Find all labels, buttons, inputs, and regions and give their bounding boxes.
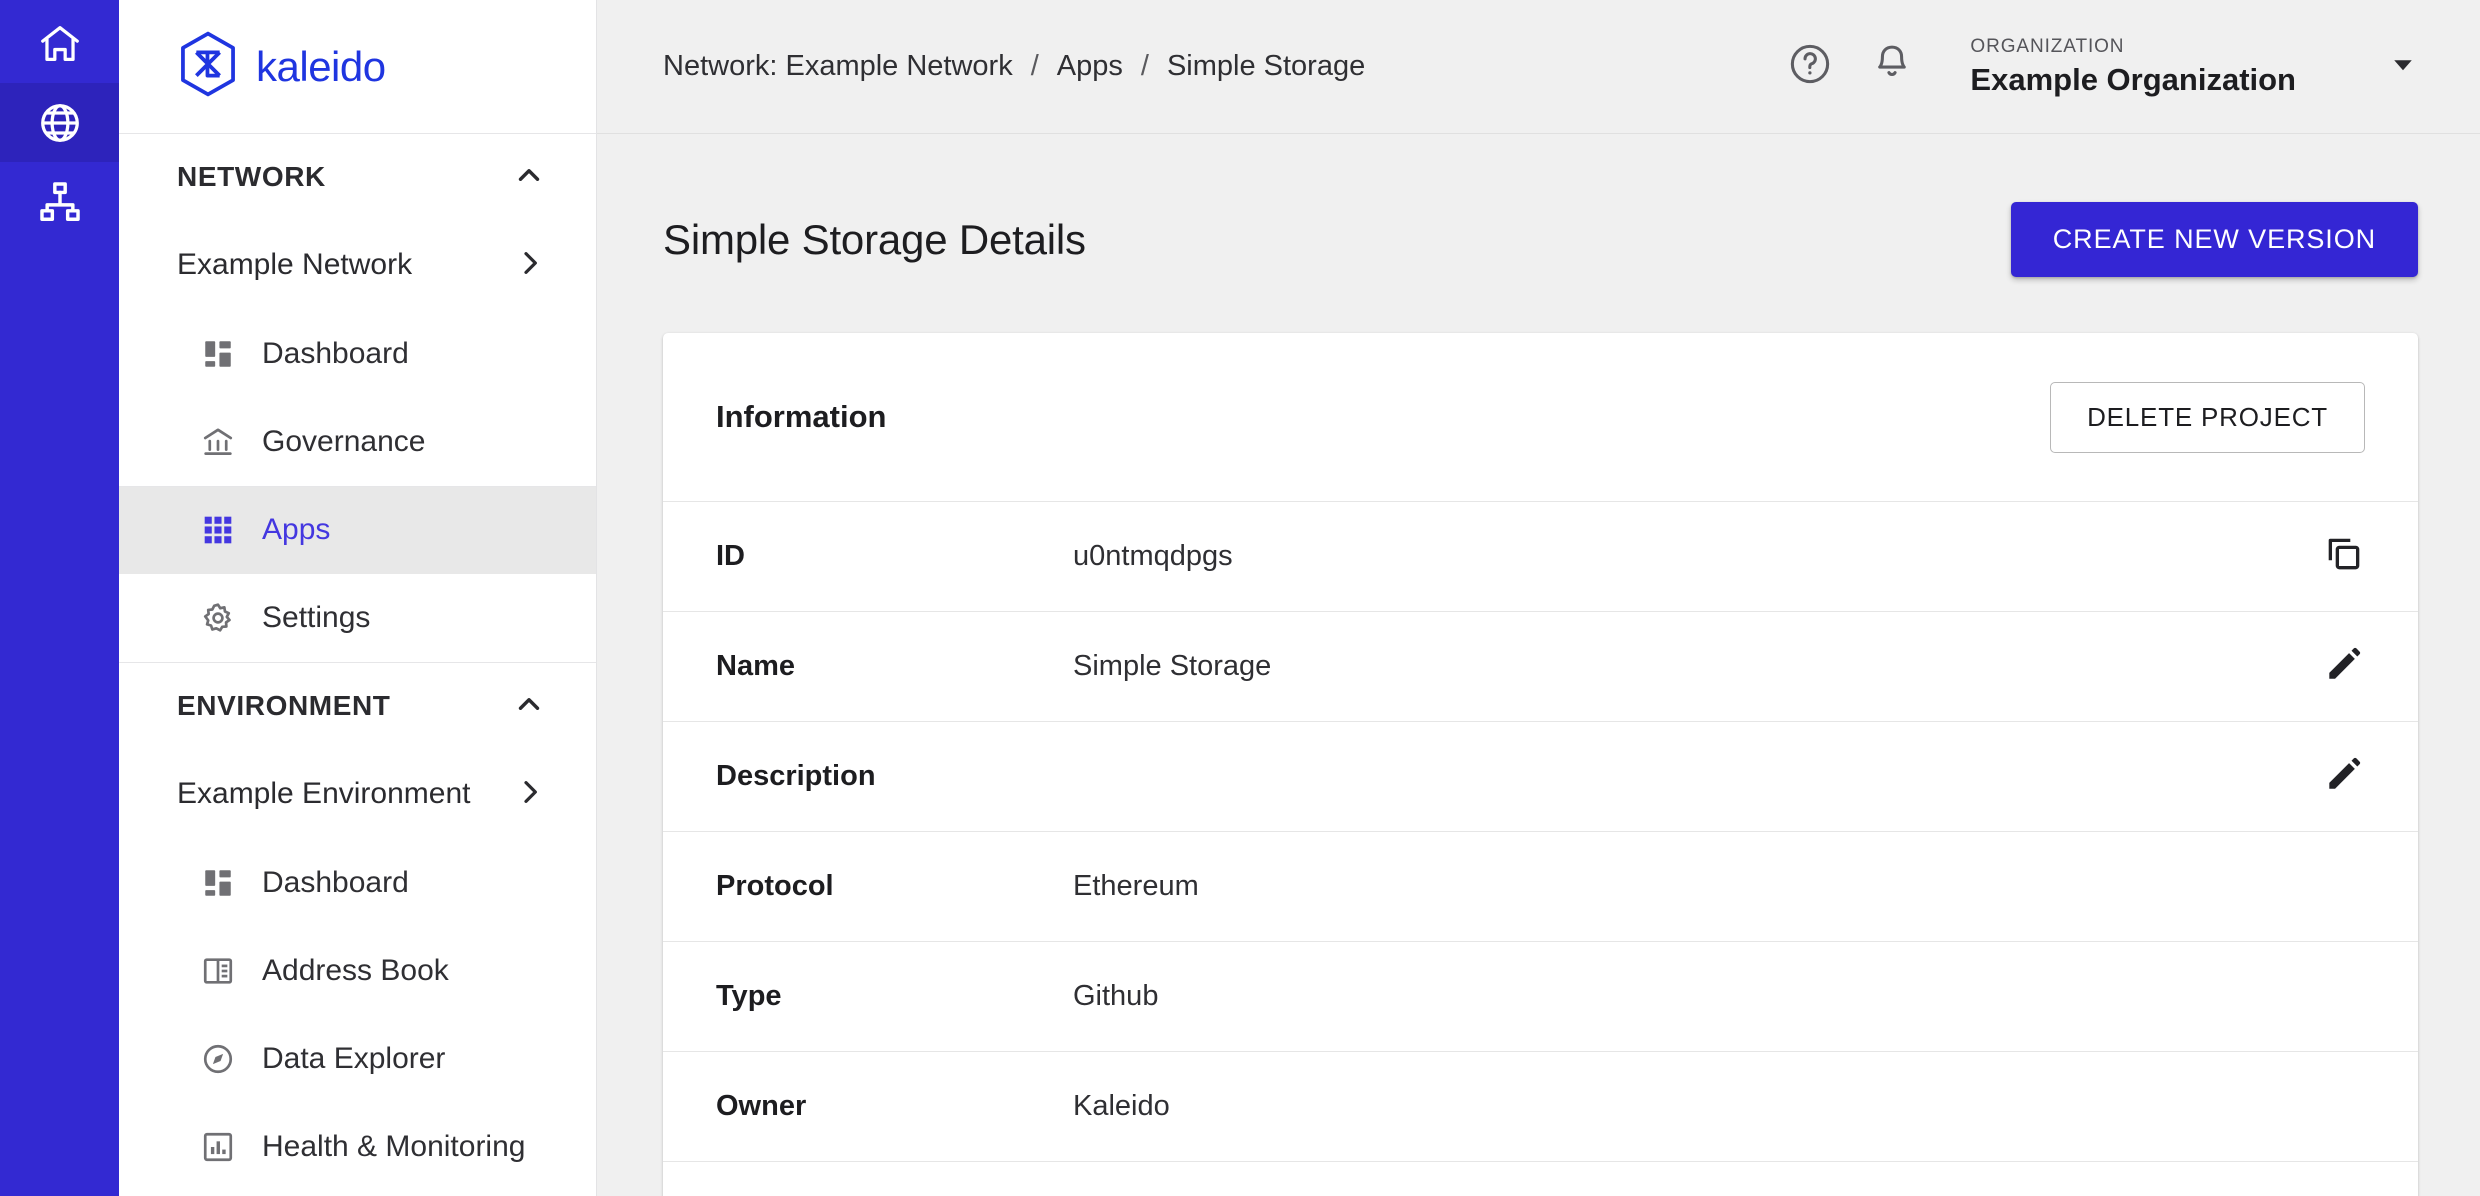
row-value-id: u0ntmqdpgs <box>1073 540 1233 572</box>
sidebar-section-network-title: NETWORK <box>177 161 326 192</box>
sidebar-item-address-book[interactable]: Address Book <box>119 927 596 1015</box>
edit-pencil-icon <box>2323 643 2365 690</box>
row-label-owner: Owner <box>716 1090 807 1122</box>
rail-item-networks[interactable] <box>0 83 119 162</box>
information-card-title: Information <box>716 399 887 434</box>
sidebar-item-example-environment[interactable]: Example Environment <box>119 749 596 839</box>
notifications-button[interactable] <box>1860 35 1924 99</box>
page-title: Simple Storage Details <box>663 215 1086 263</box>
sidebar-item-example-environment-label: Example Environment <box>177 777 471 810</box>
sidebar-item-health-monitoring[interactable]: Health & Monitoring <box>119 1103 596 1191</box>
row-value-owner: Kaleido <box>1073 1090 1170 1122</box>
create-new-version-button[interactable]: CREATE NEW VERSION <box>2010 202 2418 277</box>
edit-name-button[interactable] <box>2305 643 2365 690</box>
sidebar-item-environment-dashboard[interactable]: Dashboard <box>119 839 596 927</box>
bank-icon <box>200 424 236 460</box>
table-row-owner: Owner Kaleido <box>663 1052 2418 1162</box>
dashboard-grid-icon <box>200 865 236 901</box>
sidebar-item-environment-dashboard-label: Dashboard <box>262 866 409 899</box>
sidebar: kaleido NETWORK Example Network Dashboar… <box>119 0 597 1196</box>
rail-item-environments[interactable] <box>0 162 119 241</box>
table-row-protocol: Protocol Ethereum <box>663 832 2418 942</box>
sidebar-section-network[interactable]: NETWORK <box>119 134 596 220</box>
brand-logo[interactable]: kaleido <box>119 0 596 134</box>
table-row-created-at: Created at 10/15/2021, 12:05:19 PM <box>663 1162 2418 1196</box>
apps-grid-icon <box>200 512 236 548</box>
table-row-name: Name Simple Storage <box>663 612 2418 722</box>
sidebar-item-health-monitoring-label: Health & Monitoring <box>262 1130 526 1163</box>
sidebar-nav: NETWORK Example Network Dashboard Govern… <box>119 134 596 1196</box>
table-row-id: ID u0ntmqdpgs <box>663 502 2418 612</box>
rail-item-home[interactable] <box>0 4 119 83</box>
edit-description-button[interactable] <box>2305 753 2365 800</box>
delete-project-button[interactable]: DELETE PROJECT <box>2050 381 2365 453</box>
sidebar-item-settings-label: Settings <box>262 601 371 634</box>
row-value-name: Simple Storage <box>1073 650 1272 682</box>
organization-name: Example Organization <box>1970 61 2296 97</box>
help-circle-icon <box>1787 41 1833 92</box>
breadcrumb-separator: / <box>1140 50 1149 82</box>
bell-icon <box>1869 41 1915 92</box>
bar-chart-icon <box>200 1129 236 1165</box>
copy-id-button[interactable] <box>2305 533 2365 580</box>
organization-selector[interactable]: ORGANIZATION Example Organization <box>1970 36 2418 97</box>
kaleido-hexagon-logo-icon <box>177 30 239 103</box>
home-icon <box>37 21 83 67</box>
table-row-type: Type Github <box>663 942 2418 1052</box>
sidebar-item-address-book-label: Address Book <box>262 954 449 987</box>
sidebar-item-apps[interactable]: Apps <box>119 486 596 574</box>
row-value-type: Github <box>1073 980 1159 1012</box>
sidebar-item-apps-label: Apps <box>262 513 331 546</box>
content-area: Simple Storage Details CREATE NEW VERSIO… <box>597 134 2480 1196</box>
top-bar: Network: Example Network / Apps / Simple… <box>597 0 2480 134</box>
sitemap-icon <box>37 179 83 225</box>
brand-name: kaleido <box>256 42 386 90</box>
sidebar-section-environment-title: ENVIRONMENT <box>177 690 391 721</box>
row-label-name: Name <box>716 650 795 682</box>
sidebar-item-governance[interactable]: Governance <box>119 398 596 486</box>
address-book-icon <box>200 953 236 989</box>
information-card-header: Information DELETE PROJECT <box>663 333 2418 502</box>
edit-pencil-icon <box>2323 753 2365 800</box>
sidebar-item-data-explorer-label: Data Explorer <box>262 1042 446 1075</box>
caret-down-icon[interactable] <box>2388 49 2418 84</box>
table-row-description: Description <box>663 722 2418 832</box>
main-area: Network: Example Network / Apps / Simple… <box>597 0 2480 1196</box>
row-value-protocol: Ethereum <box>1073 870 1199 902</box>
sidebar-item-governance-label: Governance <box>262 425 426 458</box>
page-header: Simple Storage Details CREATE NEW VERSIO… <box>663 134 2418 333</box>
chevron-right-icon[interactable] <box>514 776 546 813</box>
sidebar-section-environment[interactable]: ENVIRONMENT <box>119 663 596 749</box>
row-label-type: Type <box>716 980 782 1012</box>
breadcrumb-item-simple-storage[interactable]: Simple Storage <box>1167 50 1365 83</box>
organization-label: ORGANIZATION <box>1970 36 2125 58</box>
gear-icon <box>200 600 236 636</box>
organization-text: ORGANIZATION Example Organization <box>1970 36 2296 97</box>
sidebar-item-settings[interactable]: Settings <box>119 574 596 662</box>
breadcrumb-item-apps[interactable]: Apps <box>1057 50 1123 83</box>
icon-rail <box>0 0 119 1196</box>
app-root: kaleido NETWORK Example Network Dashboar… <box>0 0 2480 1196</box>
help-button[interactable] <box>1778 35 1842 99</box>
compass-icon <box>200 1041 236 1077</box>
top-bar-actions: ORGANIZATION Example Organization <box>1760 35 2418 99</box>
breadcrumb: Network: Example Network / Apps / Simple… <box>663 50 1760 83</box>
row-label-description: Description <box>716 760 876 792</box>
row-label-id: ID <box>716 540 745 572</box>
breadcrumb-separator: / <box>1030 50 1039 82</box>
chevron-up-icon[interactable] <box>512 687 546 726</box>
chevron-up-icon[interactable] <box>512 158 546 197</box>
sidebar-item-example-network[interactable]: Example Network <box>119 220 596 310</box>
copy-icon <box>2323 533 2365 580</box>
sidebar-item-data-explorer[interactable]: Data Explorer <box>119 1015 596 1103</box>
sidebar-item-example-network-label: Example Network <box>177 248 413 281</box>
sidebar-item-network-dashboard-label: Dashboard <box>262 337 409 370</box>
dashboard-grid-icon <box>200 336 236 372</box>
globe-icon <box>37 100 83 146</box>
information-card: Information DELETE PROJECT ID u0ntmqdpgs <box>663 333 2418 1196</box>
breadcrumb-item-network[interactable]: Network: Example Network <box>663 50 1013 83</box>
row-label-protocol: Protocol <box>716 870 834 902</box>
chevron-right-icon[interactable] <box>514 247 546 284</box>
sidebar-item-network-dashboard[interactable]: Dashboard <box>119 310 596 398</box>
